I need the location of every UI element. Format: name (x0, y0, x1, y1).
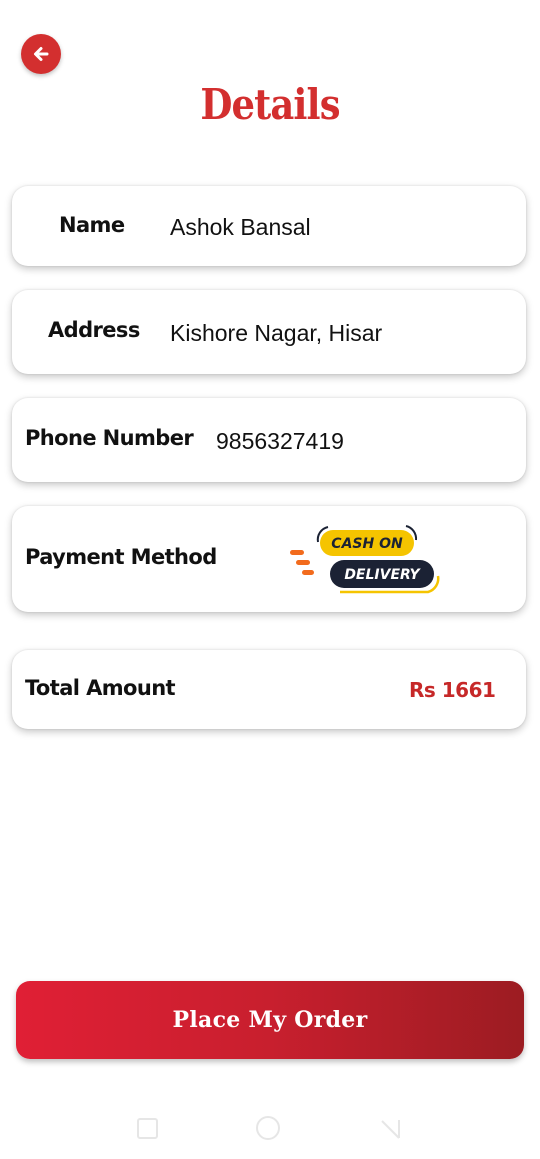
payment-label: Payment Method (25, 545, 217, 569)
cash-on-delivery-logo: CASH ON DELIVERY (290, 525, 440, 594)
back-button[interactable] (21, 34, 61, 74)
svg-text:DELIVERY: DELIVERY (344, 567, 421, 583)
total-card: Total Amount Rs 1661 (12, 650, 526, 729)
page-title: Details (200, 80, 340, 129)
arrow-left-icon (34, 47, 49, 61)
back-triangle-icon[interactable] (379, 1116, 403, 1140)
total-label: Total Amount (25, 676, 176, 700)
phone-card: Phone Number 9856327419 (12, 398, 526, 482)
place-order-label: Place My Order (172, 1007, 368, 1033)
name-value: Ashok Bansal (170, 214, 311, 240)
phone-label: Phone Number (25, 426, 194, 450)
home-icon[interactable] (256, 1116, 280, 1140)
svg-text:CASH ON: CASH ON (331, 536, 403, 552)
address-card: Address Kishore Nagar, Hisar (12, 290, 526, 374)
recent-apps-icon[interactable] (137, 1118, 158, 1139)
system-nav-bar (0, 1100, 540, 1159)
name-label: Name (59, 213, 125, 237)
name-card: Name Ashok Bansal (12, 186, 526, 266)
address-value: Kishore Nagar, Hisar (170, 320, 383, 346)
total-amount-value: Rs 1661 (409, 678, 496, 702)
address-label: Address (48, 318, 140, 342)
place-order-button[interactable]: Place My Order (16, 981, 524, 1059)
phone-value: 9856327419 (216, 428, 344, 454)
payment-card: Payment Method CASH ON DELIVERY (12, 506, 526, 612)
